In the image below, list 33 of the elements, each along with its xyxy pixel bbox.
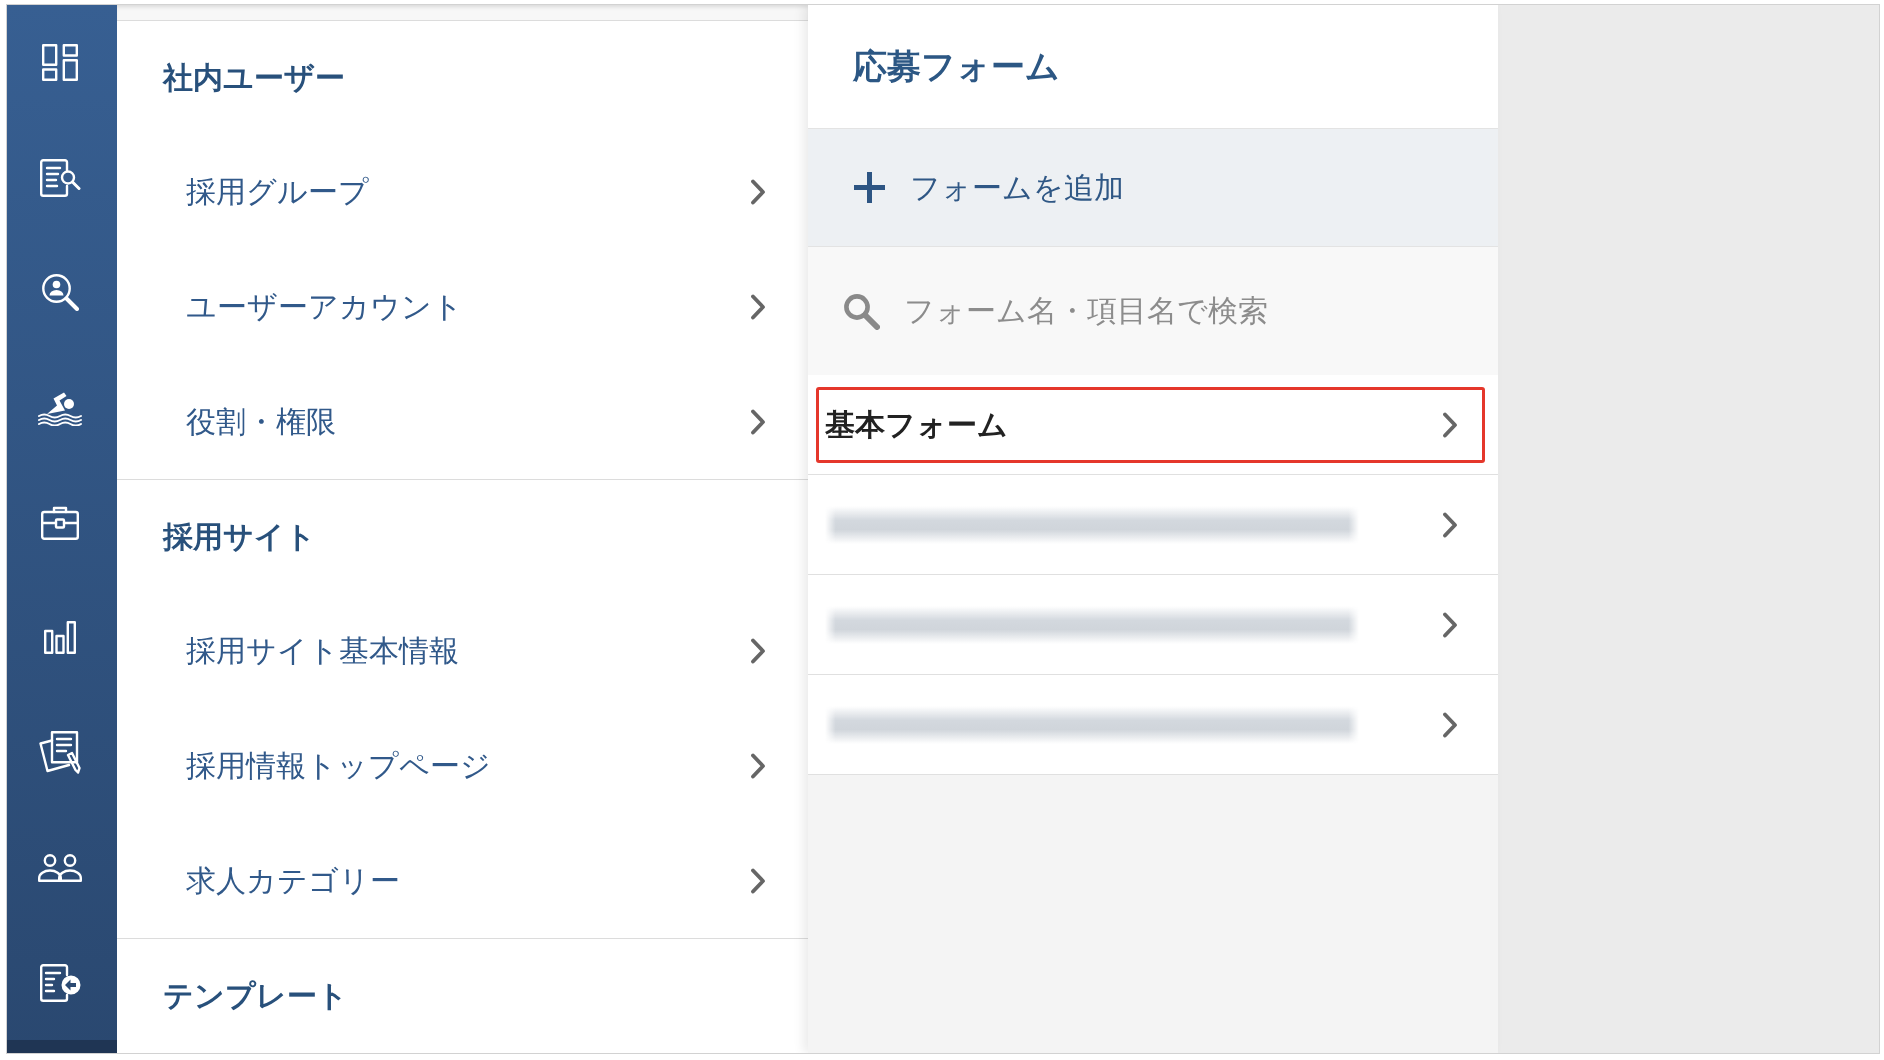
section-heading: テンプレート xyxy=(163,977,348,1014)
bar-chart-icon[interactable] xyxy=(44,621,76,654)
document-arrow-icon[interactable] xyxy=(39,963,81,1002)
form-list-item[interactable]: 基本フォーム xyxy=(816,387,1485,463)
panel-title: 応募フォーム xyxy=(853,46,1060,87)
chevron-right-icon xyxy=(750,408,766,435)
menu-item[interactable]: 求人カテゴリー xyxy=(117,823,808,938)
menu-item[interactable]: ユーザーアカウント xyxy=(117,249,808,364)
chevron-right-icon xyxy=(750,293,766,320)
briefcase-icon[interactable] xyxy=(41,505,79,540)
plus-icon xyxy=(854,172,885,203)
chevron-right-icon xyxy=(750,637,766,664)
chevron-right-icon xyxy=(1442,712,1458,738)
menu-item[interactable]: 採用グループ xyxy=(117,134,808,249)
chevron-right-icon xyxy=(750,178,766,205)
chevron-right-icon xyxy=(1442,512,1458,538)
chevron-right-icon xyxy=(1442,412,1458,438)
section-heading: 採用サイト xyxy=(163,518,316,555)
people-icon[interactable] xyxy=(38,853,82,882)
chevron-right-icon xyxy=(1442,612,1458,638)
search-field[interactable]: フォーム名・項目名で検索 xyxy=(904,293,1468,329)
dashboard-icon[interactable] xyxy=(42,44,78,81)
search-icon xyxy=(843,292,880,330)
menu-item[interactable]: 採用サイト基本情報 xyxy=(117,593,808,708)
document-search-icon[interactable] xyxy=(39,158,81,197)
section-heading: 社内ユーザー xyxy=(163,59,345,96)
menu-item[interactable]: 役割・権限 xyxy=(117,364,808,479)
menu-item[interactable]: 採用情報トップページ xyxy=(117,708,808,823)
documents-pen-icon[interactable] xyxy=(39,731,81,774)
add-form-button[interactable]: フォームを追加 xyxy=(808,129,1498,247)
chevron-right-icon xyxy=(750,867,766,894)
chevron-right-icon xyxy=(750,752,766,779)
person-search-icon[interactable] xyxy=(41,274,79,311)
